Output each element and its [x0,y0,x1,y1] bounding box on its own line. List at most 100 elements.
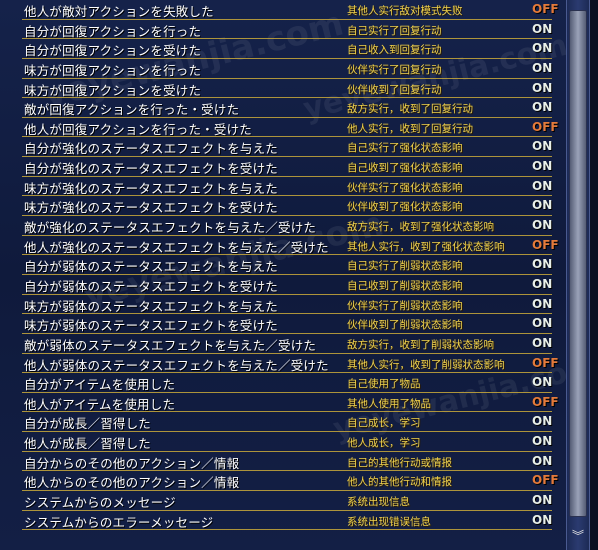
filter-toggle[interactable]: ON [532,277,552,291]
filter-translation: 敌方实行，收到了强化状态影响 [347,221,494,234]
filter-row[interactable]: 味方が弱体のステータスエフェクトを与えた 伙伴实行了削弱状态影响 ON [0,295,560,315]
filter-label: 自分が強化のステータスエフェクトを受けた [24,161,279,177]
filter-toggle[interactable]: OFF [532,120,559,134]
filter-row[interactable]: 他人からのその他のアクション／情報 他人的其他行动和情报 OFF [0,471,560,492]
filter-label: 自分からのその他のアクション／情報 [24,455,240,471]
filter-row[interactable]: 味方が強化のステータスエフェクトを与えた 伙伴实行了强化状态影响 ON [0,177,560,197]
filter-label: 味方が強化のステータスエフェクトを受けた [24,200,279,216]
filter-translation: 其他人使用了物品 [347,397,431,410]
filter-toggle[interactable]: ON [532,316,552,330]
filter-toggle[interactable]: ON [532,218,552,232]
scrollbar[interactable]: ︾ [566,0,590,550]
filter-translation: 伙伴收到了强化状态影响 [347,201,463,214]
filter-toggle[interactable]: ON [532,22,552,36]
filter-toggle[interactable]: ON [532,179,552,193]
filter-row[interactable]: 自分が成長／習得した 自己成长，学习 ON [0,412,560,433]
filter-toggle[interactable]: ON [532,81,552,95]
filter-label: システムからのエラーメッセージ [24,514,214,530]
row-separator [22,529,552,531]
filter-translation: 自己收到了削弱状态影响 [347,279,463,292]
filter-label: 敵が弱体のステータスエフェクトを与えた／受けた [24,337,317,353]
filter-toggle[interactable]: OFF [532,2,559,16]
filter-toggle[interactable]: OFF [532,473,559,487]
filter-row[interactable]: 他人が成長／習得した 他人成长，学习 ON [0,432,560,452]
scrollbar-thumb[interactable] [569,10,587,517]
filter-translation: 系统出现信息 [347,496,410,509]
filter-row[interactable]: 味方が弱体のステータスエフェクトを受けた 伙伴收到了削弱状态影响 ON [0,314,560,334]
filter-toggle[interactable]: ON [532,493,552,507]
filter-row[interactable]: 味方が強化のステータスエフェクトを受けた 伙伴收到了强化状态影响 ON [0,196,560,217]
filter-row[interactable]: 敵が回復アクションを行った・受けた 敌方实行，收到了回复行动 ON [0,98,560,118]
filter-translation: 自己实行了回复行动 [347,24,442,37]
filter-row[interactable]: 敵が弱体のステータスエフェクトを与えた／受けた 敌方实行，收到了削弱状态影响 ON [0,334,560,354]
filter-label: システムからのメッセージ [24,495,176,511]
filter-label: 他人からのその他のアクション／情報 [24,475,240,491]
filter-toggle[interactable]: ON [532,198,552,212]
filter-translation: 自己收入到回复行动 [347,44,442,57]
filter-toggle[interactable]: ON [532,100,552,114]
filter-translation: 自己实行了削弱状态影响 [347,260,463,273]
filter-translation: 伙伴收到了回复行动 [347,83,442,96]
filter-row[interactable]: システムからのメッセージ 系统出现信息 ON [0,491,560,511]
filter-label: 味方が弱体のステータスエフェクトを与えた [24,298,279,314]
filter-toggle[interactable]: ON [532,139,552,153]
filter-row[interactable]: 他人が弱体のステータスエフェクトを与えた／受けた 其他人实行，收到了削弱状态影响 O… [0,354,560,374]
chat-filter-panel: yeyewanjia.com yeyewanjia.com yeyewanjia… [0,0,598,550]
filter-row[interactable]: 敵が強化のステータスエフェクトを与えた／受けた 敌方实行，收到了强化状态影响 ON [0,216,560,236]
filter-label: 他人が弱体のステータスエフェクトを与えた／受けた [24,357,329,373]
filter-label: 敵が回復アクションを行った・受けた [24,102,240,118]
filter-row[interactable]: 自分からのその他のアクション／情報 自己的其他行动或情报 ON [0,452,560,472]
filter-row[interactable]: システムからのエラーメッセージ 系统出现错误信息 ON [0,511,560,531]
filter-row[interactable]: 自分が回復アクションを行った 自己实行了回复行动 ON [0,20,560,40]
filter-row[interactable]: 他人が強化のステータスエフェクトを与えた／受けた 其他人实行，收到了强化状态影响 O… [0,236,560,256]
filter-label: 他人が回復アクションを行った・受けた [24,121,252,137]
filter-translation: 敌方实行，收到了回复行动 [347,103,473,116]
filter-translation: 自己成长，学习 [347,417,421,430]
filter-translation: 他人的其他行动和情报 [347,476,452,489]
filter-row[interactable]: 味方が回復アクションを受けた 伙伴收到了回复行动 ON [0,79,560,99]
filter-toggle[interactable]: ON [532,375,552,389]
filter-label: 他人がアイテムを使用した [24,396,176,412]
filter-row[interactable]: 自分が弱体のステータスエフェクトを与えた 自己实行了削弱状态影响 ON [0,255,560,275]
filter-toggle[interactable]: OFF [532,395,559,409]
filter-row[interactable]: 自分が強化のステータスエフェクトを受けた 自己收到了强化状态影响 ON [0,157,560,177]
filter-toggle[interactable]: ON [532,434,552,448]
filter-label: 味方が回復アクションを受けた [24,82,202,98]
filter-toggle[interactable]: ON [532,336,552,350]
filter-toggle[interactable]: ON [532,414,552,428]
filter-row[interactable]: 自分が回復アクションを受けた 自己收入到回复行动 ON [0,39,560,59]
filter-label: 他人が強化のステータスエフェクトを与えた／受けた [24,239,329,255]
filter-translation: 他人成长，学习 [347,437,421,450]
filter-toggle[interactable]: OFF [532,356,559,370]
filter-translation: 自己实行了强化状态影响 [347,142,463,155]
chevron-down-double-icon[interactable]: ︾ [570,528,586,544]
filter-translation: 自己的其他行动或情报 [347,456,452,469]
filter-list: 他人が敵対アクションを失敗した 其他人实行敌对模式失败 OFF 自分が回復アクションを… [0,0,560,531]
filter-translation: 伙伴实行了强化状态影响 [347,181,463,194]
filter-label: 味方が弱体のステータスエフェクトを受けた [24,318,279,334]
filter-toggle[interactable]: ON [532,454,552,468]
filter-label: 自分が強化のステータスエフェクトを与えた [24,141,279,157]
filter-row[interactable]: 自分が弱体のステータスエフェクトを受けた 自己收到了削弱状态影响 ON [0,275,560,295]
filter-toggle[interactable]: OFF [532,238,559,252]
filter-label: 自分が弱体のステータスエフェクトを与えた [24,259,279,275]
filter-translation: 自己收到了强化状态影响 [347,162,463,175]
filter-translation: 其他人实行敌对模式失败 [347,5,463,17]
filter-toggle[interactable]: ON [532,297,552,311]
filter-row[interactable]: 味方が回復アクションを行った 伙伴实行了回复行动 ON [0,59,560,79]
filter-label: 味方が強化のステータスエフェクトを与えた [24,180,279,196]
filter-translation: 敌方实行，收到了削弱状态影响 [347,338,494,351]
filter-label: 他人が敵対アクションを失敗した [24,4,214,19]
filter-row[interactable]: 自分が強化のステータスエフェクトを与えた 自己实行了强化状态影响 ON [0,137,560,158]
filter-toggle[interactable]: ON [532,41,552,55]
filter-toggle[interactable]: ON [532,61,552,75]
filter-row[interactable]: 他人がアイテムを使用した 其他人使用了物品 OFF [0,393,560,413]
filter-row[interactable]: 他人が敵対アクションを失敗した 其他人实行敌对模式失败 OFF [0,0,560,20]
filter-translation: 他人实行，收到了回复行动 [347,122,473,135]
filter-toggle[interactable]: ON [532,513,552,527]
filter-row[interactable]: 自分がアイテムを使用した 自己使用了物品 ON [0,373,560,393]
filter-row[interactable]: 他人が回復アクションを行った・受けた 他人实行，收到了回复行动 OFF [0,118,560,138]
filter-toggle[interactable]: ON [532,159,552,173]
filter-translation: 其他人实行，收到了强化状态影响 [347,240,505,253]
filter-toggle[interactable]: ON [532,257,552,271]
